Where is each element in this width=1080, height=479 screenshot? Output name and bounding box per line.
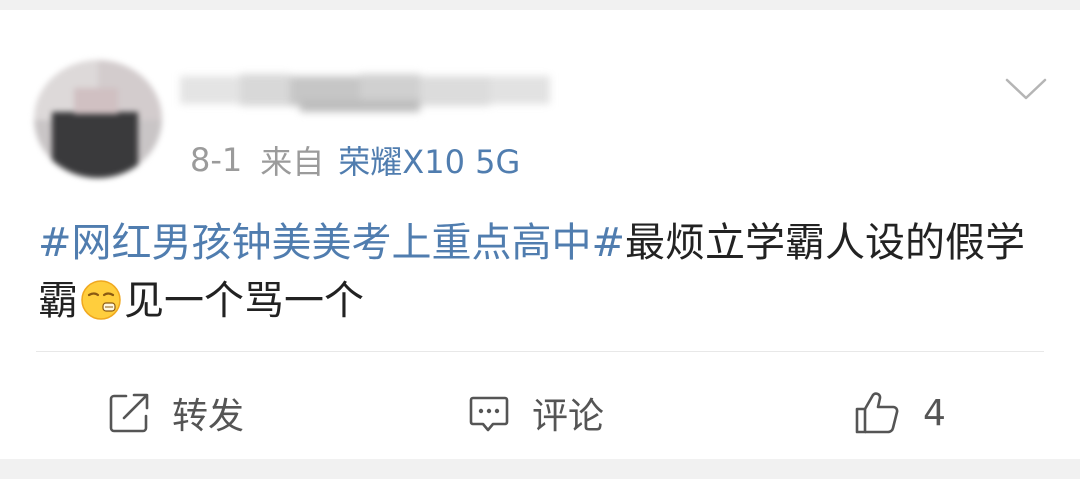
post-meta: 8-1 来自 荣耀X10 5G — [190, 138, 520, 182]
source-device-link[interactable]: 荣耀X10 5G — [338, 137, 520, 183]
post-date: 8-1 — [190, 141, 243, 179]
repost-icon — [109, 393, 149, 433]
topic-link[interactable]: #网红男孩钟美美考上重点高中# — [38, 220, 625, 266]
username[interactable] — [180, 70, 558, 116]
like-icon — [855, 392, 899, 434]
yawn-face-emoji — [81, 280, 121, 320]
like-button[interactable]: 4 — [853, 388, 946, 438]
avatar[interactable] — [34, 60, 162, 178]
comment-label: 评论 — [532, 396, 605, 437]
comment-icon — [469, 396, 509, 432]
repost-button[interactable]: 转发 — [106, 388, 244, 438]
post-text: #网红男孩钟美美考上重点高中#最烦立学霸人设的假学霸 见一个骂一个 — [38, 214, 1048, 330]
like-count: 4 — [923, 392, 946, 434]
source-prefix: 来自 — [260, 143, 325, 181]
post-text-part2: 见一个骂一个 — [124, 278, 364, 324]
post-card[interactable]: 8-1 来自 荣耀X10 5G #网红男孩钟美美考上重点高中#最烦立学霸人设的假… — [0, 10, 1080, 459]
repost-label: 转发 — [172, 396, 245, 437]
divider — [36, 351, 1044, 352]
chevron-down-icon[interactable] — [1004, 74, 1048, 104]
comment-button[interactable]: 评论 — [466, 388, 604, 438]
